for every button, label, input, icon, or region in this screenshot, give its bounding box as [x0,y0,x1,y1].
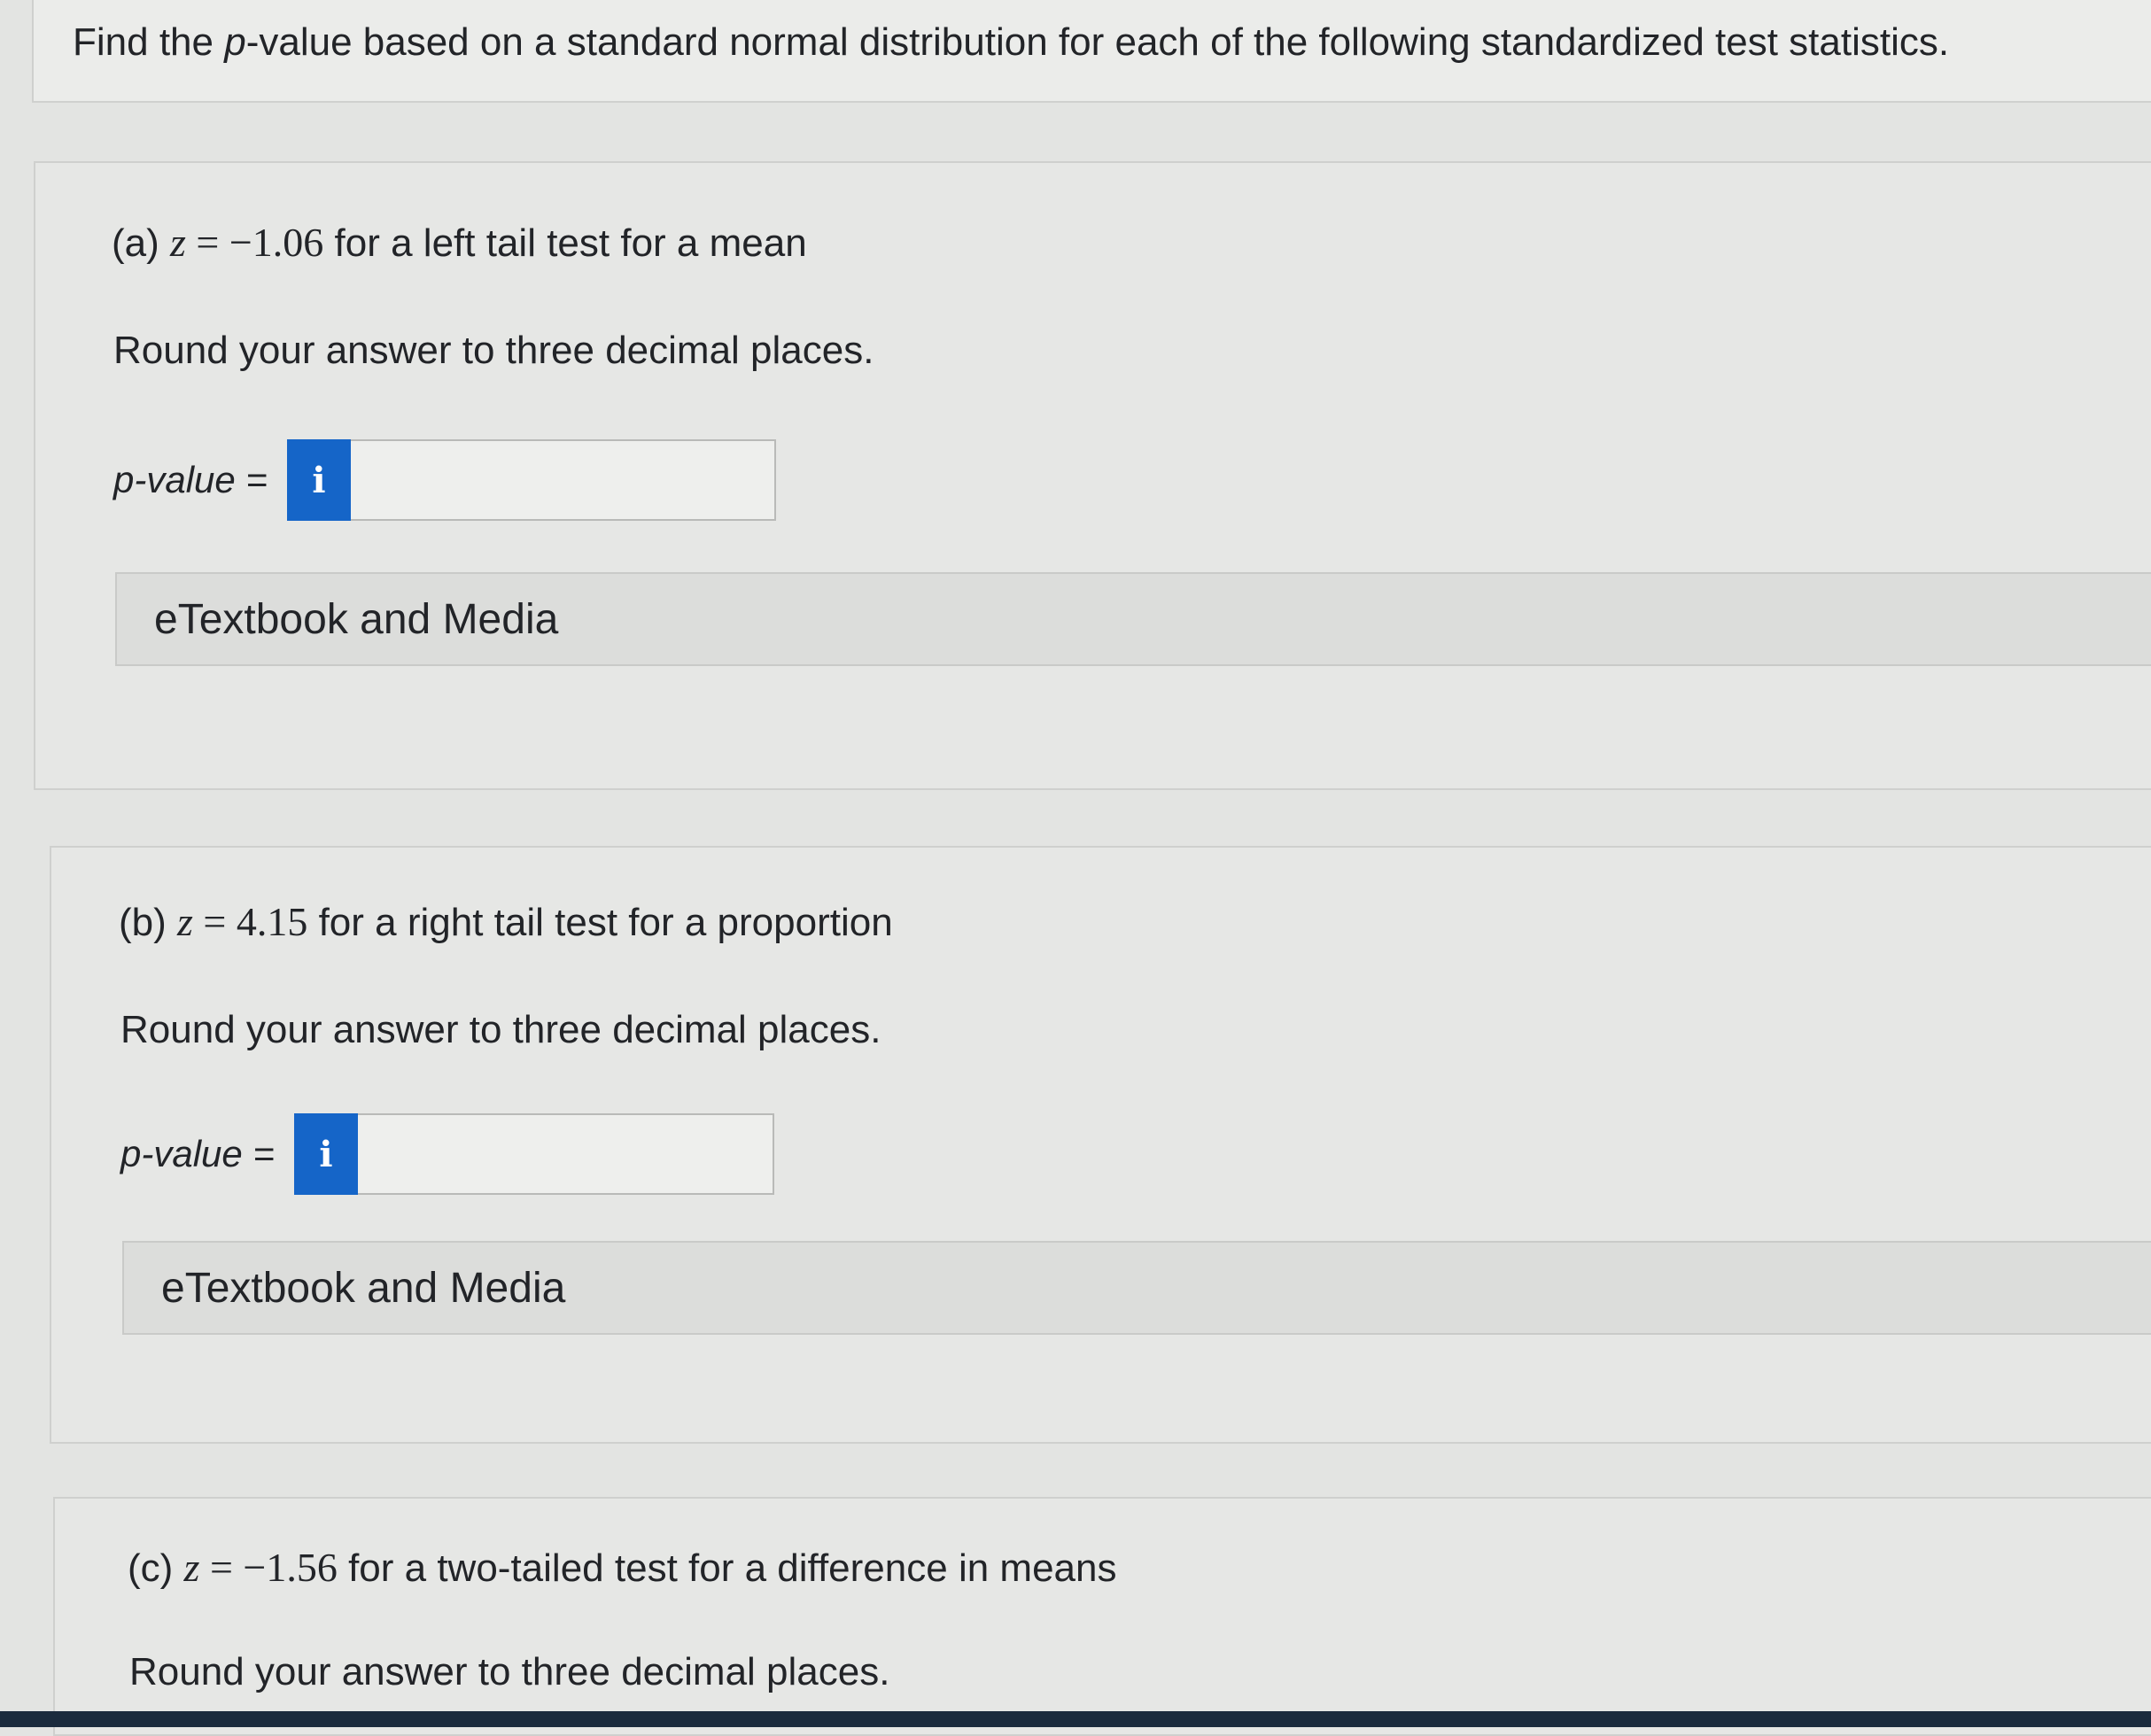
part-b-panel: (b) z = 4.15 for a right tail test for a… [50,846,2151,1444]
info-icon[interactable]: i [286,439,351,521]
part-b-pvalue-input[interactable] [357,1113,774,1195]
part-a-instruction: Round your answer to three decimal place… [113,329,874,372]
part-b-instruction: Round your answer to three decimal place… [120,1008,881,1051]
part-b-question: (b) z = 4.15 for a right tail test for a… [119,899,893,944]
info-icon[interactable]: i [293,1113,358,1195]
part-a-pvalue-label: p-value = [113,459,268,500]
part-c-instruction: Round your answer to three decimal place… [129,1650,890,1693]
part-c-question: (c) z = −1.56 for a two-tailed test for … [128,1545,1117,1590]
part-a-pvalue-input[interactable] [350,439,776,521]
part-a-question: (a) z = −1.06 for a left tail test for a… [112,220,807,265]
part-b-answer-row: p-value = i [120,1113,774,1195]
part-b-etextbook-button[interactable]: eTextbook and Media [122,1241,2151,1335]
bottom-edge [0,1711,2151,1727]
part-b-pvalue-label: p-value = [120,1133,275,1174]
question-header: Find the p-value based on a standard nor… [32,0,2151,103]
part-a-answer-row: p-value = i [113,439,776,521]
part-a-etextbook-button[interactable]: eTextbook and Media [115,572,2151,666]
question-prompt: Find the p-value based on a standard nor… [73,20,1950,64]
part-c-panel: (c) z = −1.56 for a two-tailed test for … [53,1497,2151,1736]
part-a-panel: (a) z = −1.06 for a left tail test for a… [34,161,2151,790]
